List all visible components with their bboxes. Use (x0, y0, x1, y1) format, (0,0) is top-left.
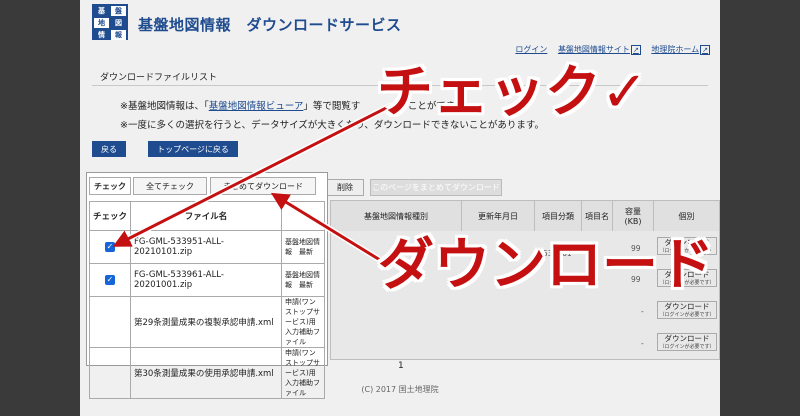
arrow-to-checkbox (112, 103, 393, 247)
callout-check: チェック✓ (377, 60, 648, 125)
callout-download: ダウンロード (378, 233, 714, 298)
arrow-to-bulk-download (270, 192, 381, 262)
